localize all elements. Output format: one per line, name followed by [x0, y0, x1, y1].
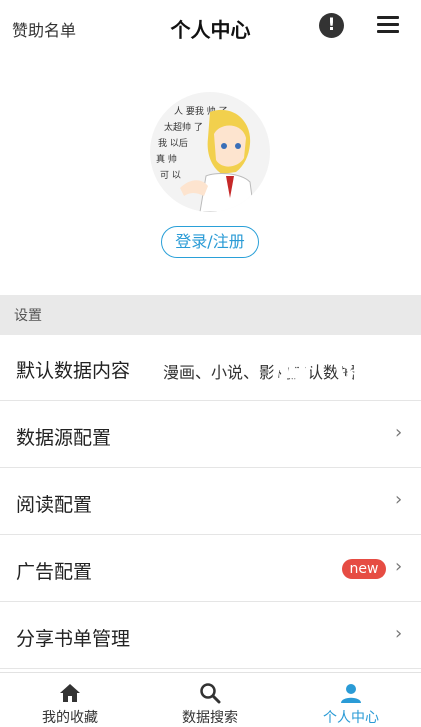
login-register-button[interactable]: 登录/注册 — [161, 226, 259, 258]
exclamation-icon[interactable]: ! — [319, 13, 344, 38]
settings-row-reading[interactable]: 阅读配置 › — [0, 469, 421, 535]
settings-row-data-source[interactable]: 数据源配置 › — [0, 402, 421, 468]
settings-row-ads[interactable]: 广告配置 new › — [0, 536, 421, 602]
watermark: 腾飞网 — [271, 342, 395, 390]
tab-search[interactable]: 数据搜索 — [140, 673, 280, 727]
chevron-right-icon: › — [395, 556, 403, 577]
row-label: 数据源配置 — [16, 427, 112, 449]
person-icon — [341, 684, 361, 703]
hamburger-menu-icon[interactable] — [377, 16, 399, 34]
tab-favorites[interactable]: 我的收藏 — [0, 673, 140, 727]
bottom-tab-bar: 我的收藏 数据搜索 个人中心 — [0, 672, 421, 727]
row-label: 默认数据内容 — [16, 360, 131, 382]
top-bar: 赞助名单 个人中心 ! — [0, 0, 421, 54]
page-title: 个人中心 — [170, 18, 251, 42]
tab-label: 我的收藏 — [42, 710, 98, 726]
settings-row-share-lists[interactable]: 分享书单管理 › — [0, 603, 421, 669]
tab-profile[interactable]: 个人中心 — [281, 673, 421, 727]
new-badge: new — [342, 559, 386, 579]
tab-label: 个人中心 — [323, 710, 379, 726]
chevron-right-icon: › — [395, 623, 403, 644]
row-label: 阅读配置 — [16, 494, 93, 516]
home-icon — [60, 684, 80, 702]
avatar[interactable]: 人 要我 帅 了 太超帅 了 我 以后 真 帅 可 以 — [150, 92, 270, 212]
svg-text:可 以: 可 以 — [160, 170, 181, 181]
row-label: 广告配置 — [16, 561, 93, 583]
chevron-right-icon: › — [395, 489, 403, 510]
svg-text:真 帅: 真 帅 — [156, 153, 177, 165]
settings-section-header: 设置 — [0, 295, 421, 335]
svg-text:太超帅 了: 太超帅 了 — [164, 121, 203, 133]
row-label: 分享书单管理 — [16, 628, 131, 650]
svg-text:我 以后: 我 以后 — [158, 138, 188, 149]
search-icon — [200, 683, 221, 704]
chevron-right-icon: › — [395, 422, 403, 443]
tab-label: 数据搜索 — [182, 710, 238, 726]
